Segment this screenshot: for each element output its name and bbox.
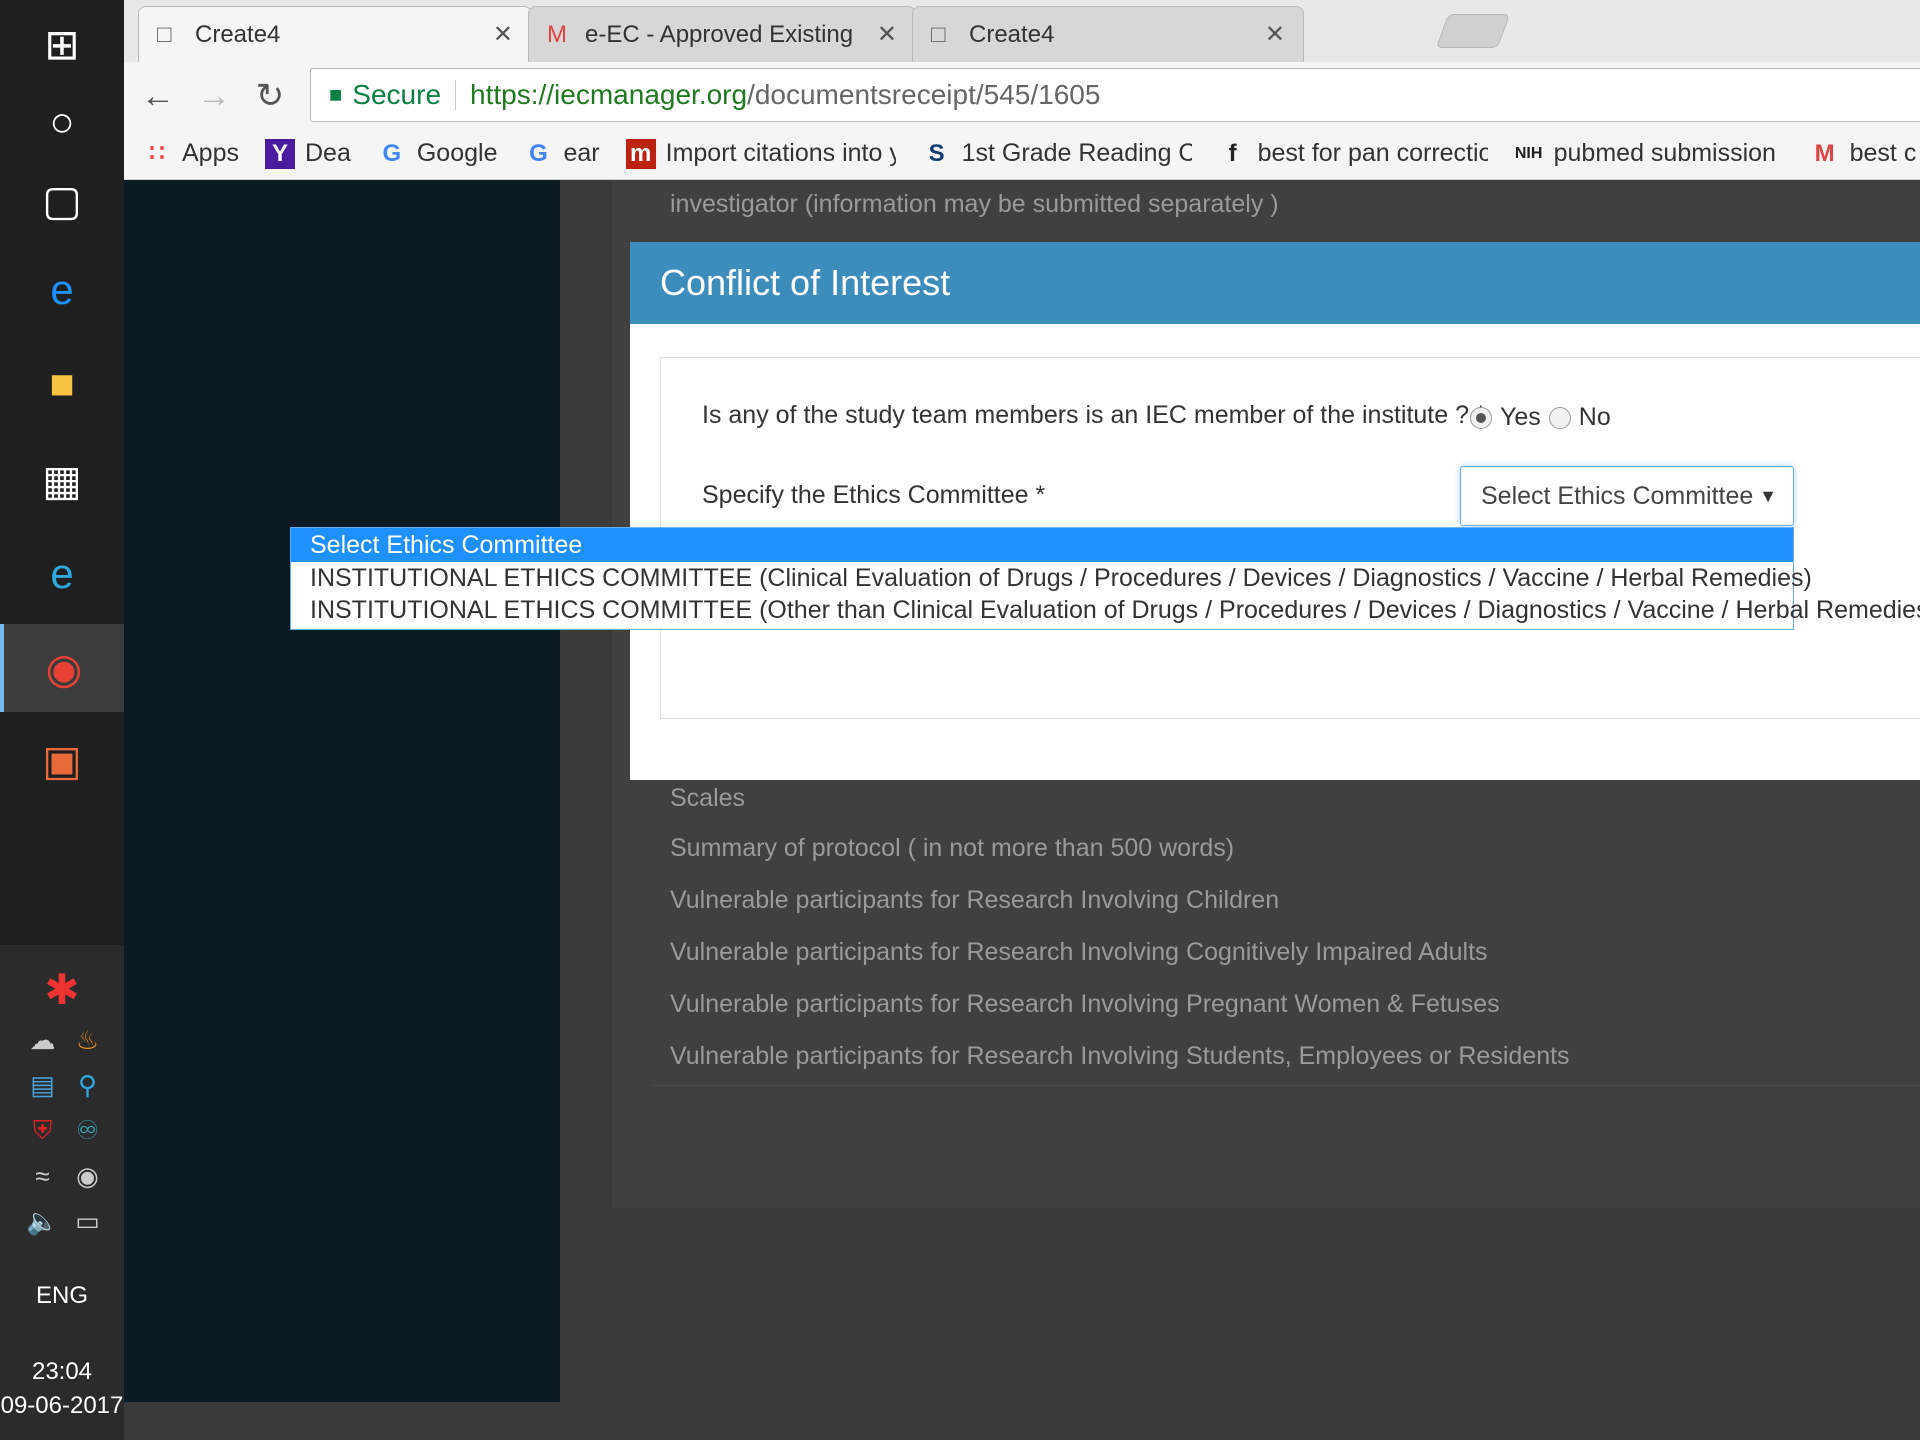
separator	[455, 80, 457, 110]
gmail-icon: M	[547, 20, 567, 48]
task-view-icon[interactable]: ▢	[0, 156, 124, 244]
mcafee-icon[interactable]: ⛨	[20, 1115, 65, 1147]
clock-date[interactable]: 09-06-2017	[0, 1392, 124, 1420]
option-other-than-clinical[interactable]: INSTITUTIONAL ETHICS COMMITTEE (Other th…	[291, 594, 1920, 626]
network-app-icon[interactable]: ▤	[20, 1070, 65, 1101]
lock-icon: ■	[329, 82, 343, 107]
list-item: Vulnerable participants for Research Inv…	[670, 938, 1488, 966]
file-explorer-icon[interactable]: ■	[0, 340, 124, 428]
browser-tabstrip: □ Create4 ✕ M e-EC - Approved Existing ✕…	[124, 0, 1920, 62]
list-item: Scales	[670, 784, 746, 812]
google-icon: G	[529, 139, 548, 167]
cortana-icon[interactable]: ○	[0, 78, 124, 166]
bookmark-google[interactable]: G Google	[377, 139, 498, 169]
bookmark-reading[interactable]: S 1st Grade Reading Co	[922, 139, 1192, 169]
tab-label: Create4	[195, 20, 281, 48]
tab-label: e-EC - Approved Existing	[585, 20, 854, 48]
volume-icon[interactable]: 🔈	[20, 1206, 65, 1237]
mendeley-icon: m	[625, 138, 656, 169]
powerpoint-icon[interactable]: ▣	[0, 716, 124, 804]
tray-icons: ☁ ♨ ▤ ⚲ ⛨ ♾ ≈ ◉ 🔈 ▭	[20, 1025, 110, 1237]
url-host: https://iecmanager.org	[470, 79, 748, 110]
option-clinical-evaluation[interactable]: INSTITUTIONAL ETHICS COMMITTEE (Clinical…	[291, 562, 1812, 594]
close-icon[interactable]: ✕	[493, 20, 513, 49]
back-icon[interactable]: ←	[136, 74, 180, 118]
wifi-icon[interactable]: ≈	[20, 1161, 65, 1192]
new-tab-button[interactable]	[1435, 14, 1511, 48]
tab-label: Create4	[969, 20, 1055, 48]
browser-toolbar: ← → ↻ ■ Secure https://iecmanager.org/do…	[124, 62, 1920, 128]
secure-label: Secure	[352, 79, 442, 110]
store-icon[interactable]: ▦	[0, 436, 124, 524]
side-navigation	[124, 180, 560, 1402]
clock-time[interactable]: 23:04	[0, 1358, 124, 1386]
tab-e-ec[interactable]: M e-EC - Approved Existing ✕	[528, 6, 916, 62]
radio-yes[interactable]	[1470, 406, 1492, 429]
internet-explorer-icon[interactable]: e	[0, 530, 124, 618]
ethics-committee-label: Specify the Ethics Committee *	[702, 481, 1046, 509]
search-app-icon[interactable]: ⚲	[65, 1070, 110, 1101]
list-item: Vulnerable participants for Research Inv…	[670, 990, 1500, 1018]
ethics-committee-dropdown: Select Ethics Committee INSTITUTIONAL ET…	[290, 527, 1920, 630]
display-icon[interactable]: ▭	[65, 1206, 110, 1237]
forward-icon[interactable]: →	[192, 74, 236, 118]
address-bar[interactable]: ■ Secure https://iecmanager.org/document…	[310, 68, 1920, 122]
f-icon: f	[1228, 139, 1237, 167]
bookmark-dea[interactable]: Y Dea	[264, 138, 351, 169]
option-select-ethics-committee[interactable]: Select Ethics Committee	[291, 528, 1793, 562]
gmail-icon: M	[1814, 139, 1835, 167]
onedrive-icon[interactable]: ☁	[20, 1025, 65, 1056]
reload-icon[interactable]: ↻	[248, 74, 292, 118]
radio-no[interactable]	[1548, 406, 1571, 429]
list-item: Summary of protocol ( in not more than 5…	[670, 834, 1235, 862]
iec-member-question: Is any of the study team members is an I…	[702, 401, 1486, 429]
bookmark-apps[interactable]: ∷ Apps	[142, 139, 239, 169]
bike-app-icon[interactable]: ♾	[65, 1115, 110, 1147]
bookmarks-bar: ∷ Apps Y Dea G Google Gear m Import citation…	[124, 128, 1920, 180]
radio-yes-label[interactable]: Yes	[1500, 403, 1541, 432]
bookmark-ear[interactable]: Gear	[523, 139, 599, 169]
nih-icon: NIH	[1514, 144, 1543, 162]
ethics-committee-select[interactable]: Select Ethics Committee ▼	[1460, 466, 1794, 526]
list-item: Vulnerable participants for Research Inv…	[670, 886, 1280, 914]
windows-start-icon[interactable]: ⊞	[0, 0, 124, 88]
google-icon: G	[382, 139, 402, 167]
list-item: Vulnerable participants for Research Inv…	[670, 1042, 1570, 1070]
tab-create4[interactable]: □ Create4 ✕	[138, 6, 532, 62]
language-indicator[interactable]: ENG	[0, 1282, 124, 1310]
page-icon: □	[931, 20, 946, 48]
webcam-icon[interactable]: ◉	[65, 1161, 110, 1192]
select-value: Select Ethics Committee	[1481, 481, 1754, 510]
java-icon[interactable]: ♨	[65, 1025, 110, 1056]
tab-create4-second[interactable]: □ Create4 ✕	[912, 6, 1304, 62]
close-icon[interactable]: ✕	[877, 20, 897, 49]
edge-icon[interactable]: e	[0, 246, 124, 334]
s-icon: S	[928, 139, 945, 167]
security-alert-icon[interactable]: ✱	[0, 945, 124, 1033]
yahoo-icon: Y	[264, 138, 295, 169]
radio-no-label[interactable]: No	[1579, 403, 1611, 432]
page-icon: □	[157, 20, 172, 48]
bookmark-best[interactable]: Mbest c	[1810, 139, 1917, 169]
close-icon[interactable]: ✕	[1265, 20, 1285, 49]
bookmark-pubmed[interactable]: NIH pubmed submission N	[1514, 139, 1784, 169]
chevron-down-icon: ▼	[1759, 485, 1777, 506]
modal-title: Conflict of Interest	[630, 242, 1920, 324]
iec-member-radio-group: Yes No	[1470, 403, 1611, 432]
bookmark-import-citations[interactable]: m Import citations into y	[625, 138, 896, 169]
chrome-icon[interactable]: ◉	[0, 624, 124, 712]
url-path: /documentsreceipt/545/1605	[747, 79, 1101, 110]
bookmark-pan-correction[interactable]: f best for pan correctio	[1218, 139, 1488, 169]
divider	[652, 1085, 1920, 1086]
apps-grid-icon: ∷	[149, 140, 165, 167]
background-text: investigator (information may be submitt…	[670, 190, 1279, 218]
